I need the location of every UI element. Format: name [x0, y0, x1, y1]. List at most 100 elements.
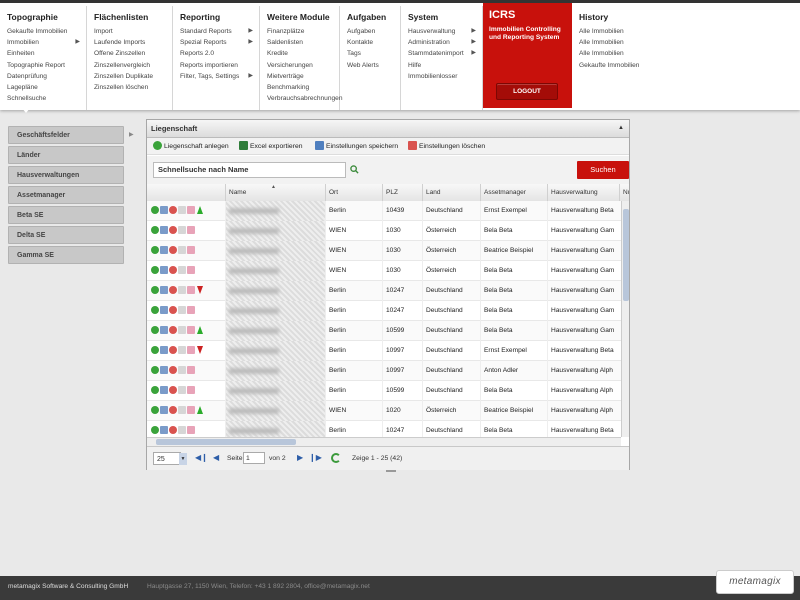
menu-item[interactable]: Versicherungen [267, 60, 339, 71]
collapse-icon[interactable]: ▲ [618, 120, 624, 137]
copy-icon[interactable] [178, 246, 186, 254]
tag-icon[interactable] [187, 306, 195, 314]
menu-item[interactable]: Finanzplätze [267, 26, 339, 37]
menu-item[interactable]: Spezial Reports ▶ [180, 37, 259, 48]
comment-icon[interactable] [160, 266, 168, 274]
tag-icon[interactable] [187, 366, 195, 374]
copy-icon[interactable] [178, 386, 186, 394]
delete-icon[interactable] [169, 226, 177, 234]
comment-icon[interactable] [160, 406, 168, 414]
quick-search-input[interactable]: Schnellsuche nach Name [153, 162, 346, 178]
copy-icon[interactable] [178, 286, 186, 294]
leftnav-item[interactable]: Länder [8, 146, 124, 164]
table-row[interactable]: Berlin 10439 Deutschland Ernst Exempel Hausv… [147, 201, 621, 221]
comment-icon[interactable] [160, 226, 168, 234]
menu-item[interactable]: Reports importieren [180, 60, 259, 71]
menu-item[interactable]: Web Alerts [347, 60, 400, 71]
comment-icon[interactable] [160, 206, 168, 214]
tag-icon[interactable] [187, 386, 195, 394]
comment-icon[interactable] [160, 306, 168, 314]
vertical-scroll-thumb[interactable] [623, 209, 629, 301]
menu-item[interactable]: Zinszellen Duplikate [94, 71, 172, 82]
delete-icon[interactable] [169, 326, 177, 334]
menu-item[interactable]: Mietverträge [267, 71, 339, 82]
table-row[interactable]: Berlin 10599 Deutschland Bela Beta Hausverwa… [147, 321, 621, 341]
menu-item[interactable]: Topographie Report [7, 60, 86, 71]
tag-icon[interactable] [187, 226, 195, 234]
menu-item[interactable]: Filter, Tags, Settings ▶ [180, 71, 259, 82]
table-row[interactable]: Berlin 10997 Deutschland Anton Adler Hausver… [147, 361, 621, 381]
table-row[interactable]: Berlin 10997 Deutschland Ernst Exempel Hausv… [147, 341, 621, 361]
menu-item[interactable]: Kontakte [347, 37, 400, 48]
menu-item[interactable]: Tags [347, 48, 400, 59]
comment-icon[interactable] [160, 366, 168, 374]
delete-icon[interactable] [169, 306, 177, 314]
search-icon[interactable] [350, 165, 359, 174]
tag-icon[interactable] [187, 346, 195, 354]
view-icon[interactable] [151, 246, 159, 254]
menu-item[interactable]: Standard Reports ▶ [180, 26, 259, 37]
delete-icon[interactable] [169, 286, 177, 294]
delete-icon[interactable] [169, 366, 177, 374]
tag-icon[interactable] [187, 286, 195, 294]
delete-icon[interactable] [169, 266, 177, 274]
history-item[interactable]: Alle Immobilien [579, 26, 692, 37]
history-item[interactable]: Gekaufte Immobilien [579, 60, 692, 71]
column-header[interactable]: Nu [619, 184, 629, 201]
menu-item[interactable]: Hausverwaltung ▶ [408, 26, 482, 37]
table-row[interactable]: WIEN 1020 Österreich Beatrice Beispiel Hausv… [147, 401, 621, 421]
menu-item[interactable]: Immobilien ▶ [7, 37, 86, 48]
copy-icon[interactable] [178, 326, 186, 334]
menu-item[interactable]: Benchmarking [267, 82, 339, 93]
table-row[interactable]: WIEN 1030 Österreich Bela Beta Hausverwaltun… [147, 221, 621, 241]
leftnav-item[interactable]: Delta SE [8, 226, 124, 244]
menu-heading[interactable]: Topographie [7, 12, 86, 22]
delete-icon[interactable] [169, 406, 177, 414]
menu-heading[interactable]: Flächenlisten [94, 12, 172, 22]
last-page-icon[interactable]: ❙▶ [309, 453, 322, 462]
copy-icon[interactable] [178, 406, 186, 414]
copy-icon[interactable] [178, 426, 186, 434]
menu-item[interactable]: Verbrauchsabrechnungen [267, 93, 343, 104]
comment-icon[interactable] [160, 386, 168, 394]
column-header[interactable]: PLZ [382, 184, 422, 201]
menu-heading[interactable]: Aufgaben [347, 12, 400, 22]
next-page-icon[interactable]: ▶ [297, 453, 303, 462]
logout-button[interactable]: LOGOUT [496, 83, 558, 100]
column-header[interactable]: Ort [325, 184, 382, 201]
copy-icon[interactable] [178, 206, 186, 214]
menu-item[interactable]: Immobilienlosser [408, 71, 482, 82]
tag-icon[interactable] [187, 206, 195, 214]
menu-item[interactable]: Schnellsuche [7, 93, 86, 104]
view-icon[interactable] [151, 366, 159, 374]
comment-icon[interactable] [160, 426, 168, 434]
leftnav-item[interactable]: Assetmanager [8, 186, 124, 204]
comment-icon[interactable] [160, 326, 168, 334]
comment-icon[interactable] [160, 346, 168, 354]
menu-item[interactable]: Saldenlisten [267, 37, 339, 48]
delete-icon[interactable] [169, 246, 177, 254]
copy-icon[interactable] [178, 366, 186, 374]
leftnav-item[interactable]: Beta SE [8, 206, 124, 224]
comment-icon[interactable] [160, 286, 168, 294]
column-header[interactable]: Assetmanager [480, 184, 547, 201]
history-item[interactable]: Alle Immobilien [579, 37, 692, 48]
view-icon[interactable] [151, 206, 159, 214]
view-icon[interactable] [151, 386, 159, 394]
menu-item[interactable]: Hilfe [408, 60, 482, 71]
menu-item[interactable]: Administration ▶ [408, 37, 482, 48]
menu-item[interactable]: Reports 2.0 [180, 48, 259, 59]
comment-icon[interactable] [160, 246, 168, 254]
tag-icon[interactable] [187, 426, 195, 434]
save-settings-button[interactable]: Einstellungen speichern [315, 141, 398, 152]
copy-icon[interactable] [178, 306, 186, 314]
menu-item[interactable]: Laufende Imports [94, 37, 172, 48]
column-header[interactable]: Land [422, 184, 480, 201]
search-button[interactable]: Suchen [577, 161, 629, 179]
page-number-input[interactable]: 1 [243, 452, 265, 464]
table-row[interactable]: WIEN 1030 Österreich Beatrice Beispiel Hausv… [147, 241, 621, 261]
table-row[interactable]: WIEN 1030 Österreich Bela Beta Hausverwaltun… [147, 261, 621, 281]
view-icon[interactable] [151, 326, 159, 334]
leftnav-item[interactable]: Gamma SE [8, 246, 124, 264]
vertical-scrollbar[interactable] [621, 201, 629, 437]
